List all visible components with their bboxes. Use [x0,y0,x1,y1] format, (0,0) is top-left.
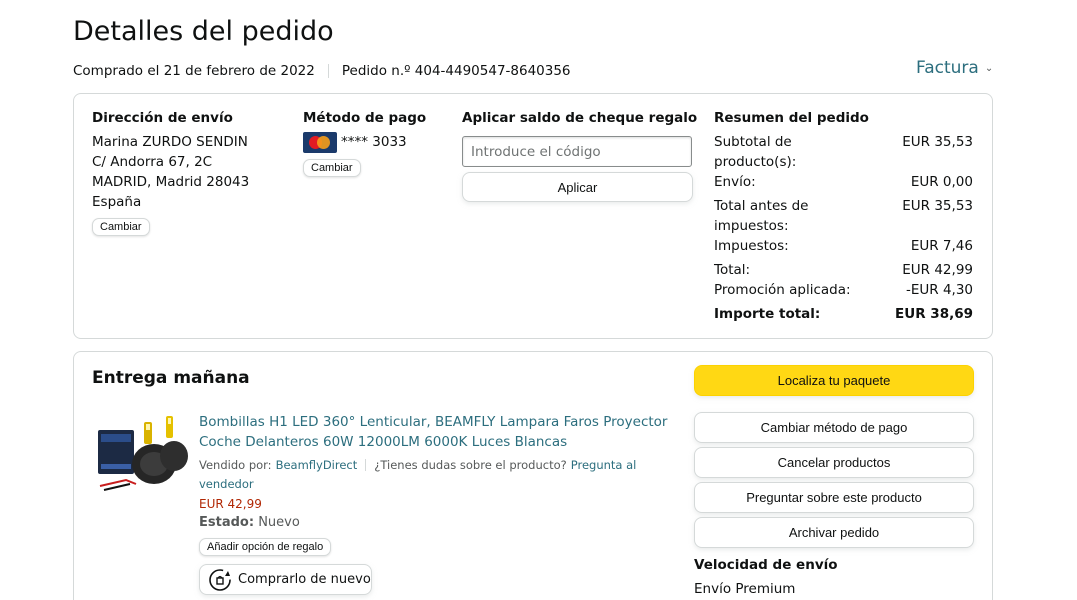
summary-title: Resumen del pedido [714,110,869,126]
promo-value: -EUR 4,30 [905,282,973,298]
product-price: EUR 42,99 [199,497,262,511]
ask-seller-link[interactable]: Pregunta al [571,455,637,475]
seller-link[interactable]: BeamflyDirect [276,455,358,475]
tax-label: Impuestos: [714,238,789,254]
shipping-street: C/ Andorra 67, 2C [92,154,213,170]
total-label: Total: [714,262,751,278]
grand-total-label: Importe total: [714,306,821,322]
question-text: ¿Tienes dudas sobre el producto? [374,458,567,472]
purchase-date: Comprado el 21 de febrero de 2022 [73,63,315,79]
shipping-cost-value: EUR 0,00 [910,174,973,190]
order-number: Pedido n.º 404-4490547-8640356 [341,63,571,79]
order-meta: Comprado el 21 de febrero de 2022 Pedido… [73,63,571,79]
card-number: **** 3033 [341,134,407,150]
change-address-button[interactable]: Cambiar [92,218,150,236]
tax-value: EUR 7,46 [910,238,973,254]
shipping-name: Marina ZURDO SENDIN [92,134,248,150]
order-info-box: Dirección de envío Marina ZURDO SENDIN C… [73,93,993,339]
shipping-city: MADRID, Madrid 28043 [92,174,250,190]
subtotal-value: EUR 35,53 [902,134,973,150]
invoice-dropdown[interactable]: Factura ⌄ [916,58,993,78]
sold-by-label: Vendido por: [199,458,272,472]
add-gift-option-button[interactable]: Añadir opción de regalo [199,538,332,556]
mastercard-icon [303,132,337,153]
product-title-link-1[interactable]: Bombillas H1 LED 360° Lenticular, BEAMFL… [199,412,667,432]
shipping-country: España [92,194,142,210]
track-package-button[interactable]: Localiza tu paquete [694,365,974,396]
change-payment-button[interactable]: Cambiar [303,159,361,177]
shipping-cost-label: Envío: [714,174,756,190]
divider [365,459,367,471]
ask-product-button[interactable]: Preguntar sobre este producto [694,482,974,513]
subtotal-label: Subtotal de producto(s): [714,134,797,170]
condition-value: Nuevo [258,515,300,530]
pretax-value: EUR 35,53 [902,198,973,214]
buy-again-button[interactable]: Comprarlo de nuevo [199,564,372,595]
grand-total-value: EUR 38,69 [895,306,973,322]
buy-again-label: Comprarlo de nuevo [238,572,371,587]
gift-code-input[interactable] [462,136,692,167]
seller-row: Vendido por: BeamflyDirect ¿Tienes dudas… [199,455,636,475]
shipping-speed-title: Velocidad de envío [694,557,838,573]
reorder-icon [209,568,231,591]
invoice-label: Factura [916,58,979,78]
delivery-title: Entrega mañana [92,368,250,388]
ask-seller-link-2[interactable]: vendedor [199,474,254,494]
divider [327,64,329,78]
promo-label: Promoción aplicada: [714,282,851,298]
shipping-title: Dirección de envío [92,110,233,126]
product-image[interactable] [96,412,192,496]
gift-title: Aplicar saldo de cheque regalo [462,110,698,126]
delivery-box: Entrega mañana Bombillas H1 LED 360° Len… [73,351,993,600]
apply-gift-button[interactable]: Aplicar [462,172,693,202]
cancel-items-button[interactable]: Cancelar productos [694,447,974,478]
pretax-label: Total antes de impuestos: [714,198,809,234]
page-title: Detalles del pedido [73,16,334,47]
chevron-down-icon: ⌄ [984,62,994,74]
product-title-link-2[interactable]: Coche Delanteros 60W 12000LM 6000K Luces… [199,432,567,452]
total-value: EUR 42,99 [902,262,973,278]
condition-label: Estado: [199,515,255,530]
archive-order-button[interactable]: Archivar pedido [694,517,974,548]
shipping-speed-value: Envío Premium [694,581,796,597]
payment-title: Método de pago [303,110,427,126]
condition-row: Estado: Nuevo [199,513,300,533]
change-payment-method-button[interactable]: Cambiar método de pago [694,412,974,443]
